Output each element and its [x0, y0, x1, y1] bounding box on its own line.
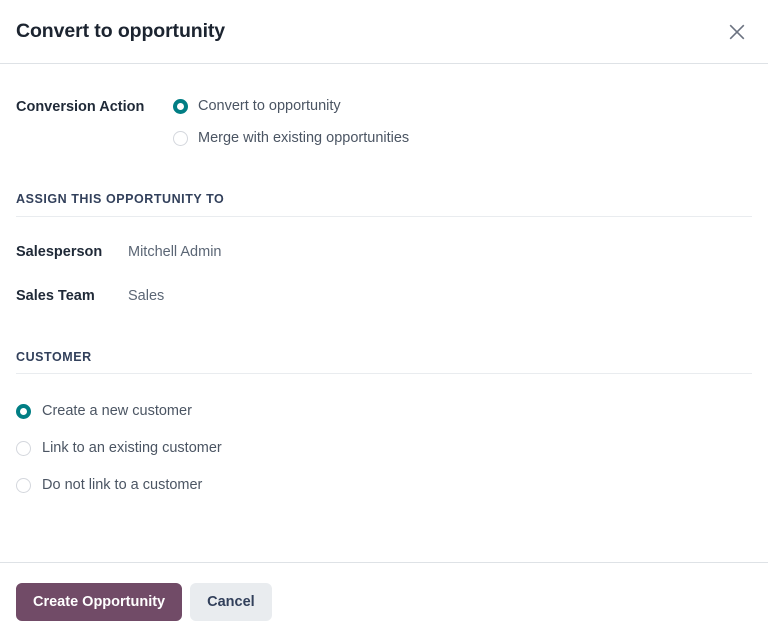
- radio-link-to-an-existing-customer[interactable]: Link to an existing customer: [16, 437, 752, 459]
- customer-section: CUSTOMER: [16, 349, 752, 374]
- radio-label: Do not link to a customer: [42, 477, 203, 493]
- cancel-button[interactable]: Cancel: [190, 582, 272, 622]
- radio-do-not-link-to-a-customer[interactable]: Do not link to a customer: [16, 474, 752, 496]
- radio-indicator-selected[interactable]: [16, 403, 31, 419]
- radio-convert-to-opportunity[interactable]: Convert to opportunity: [173, 95, 752, 117]
- conversion-action-options: Convert to opportunity Merge with existi…: [173, 95, 752, 149]
- radio-merge-with-existing-opportunities[interactable]: Merge with existing opportunities: [173, 127, 752, 149]
- field-sales-team: Sales Team Sales: [16, 285, 752, 307]
- dialog-footer: Create Opportunity Cancel: [0, 562, 768, 641]
- field-label: Salesperson: [16, 243, 103, 260]
- create-opportunity-button[interactable]: Create Opportunity: [16, 582, 183, 622]
- assign-fields: Salesperson Mitchell Admin Sales Team Sa…: [16, 241, 752, 307]
- field-value[interactable]: Sales: [128, 285, 164, 307]
- customer-section-divider: [16, 373, 752, 374]
- assign-section-title: ASSIGN THIS OPPORTUNITY TO: [16, 192, 225, 206]
- field-salesperson: Salesperson Mitchell Admin: [16, 241, 752, 263]
- dialog-body: Conversion Action Convert to opportunity…: [0, 64, 768, 562]
- field-label: Sales Team: [16, 287, 95, 304]
- radio-indicator[interactable]: [16, 440, 31, 456]
- radio-label: Convert to opportunity: [198, 98, 341, 114]
- close-icon: [728, 23, 746, 41]
- close-button[interactable]: [720, 15, 754, 49]
- field-value[interactable]: Mitchell Admin: [128, 241, 221, 263]
- radio-create-a-new-customer[interactable]: Create a new customer: [16, 400, 752, 422]
- convert-to-opportunity-dialog: Convert to opportunity Conversion Action…: [0, 0, 768, 641]
- customer-options: Create a new customer Link to an existin…: [16, 400, 752, 496]
- assign-section: ASSIGN THIS OPPORTUNITY TO: [16, 193, 752, 217]
- radio-label: Merge with existing opportunities: [198, 130, 410, 146]
- radio-indicator[interactable]: [173, 130, 188, 146]
- radio-indicator[interactable]: [16, 477, 31, 493]
- assign-section-divider: [16, 215, 752, 217]
- radio-indicator-selected[interactable]: [173, 98, 188, 114]
- customer-section-title: CUSTOMER: [16, 349, 92, 364]
- radio-label: Link to an existing customer: [42, 440, 222, 456]
- conversion-action-label: Conversion Action: [16, 99, 145, 115]
- conversion-action-group: Conversion Action Convert to opportunity…: [16, 64, 752, 149]
- dialog-header: Convert to opportunity: [0, 0, 768, 64]
- page-title: Convert to opportunity: [16, 19, 226, 42]
- radio-label: Create a new customer: [42, 403, 192, 419]
